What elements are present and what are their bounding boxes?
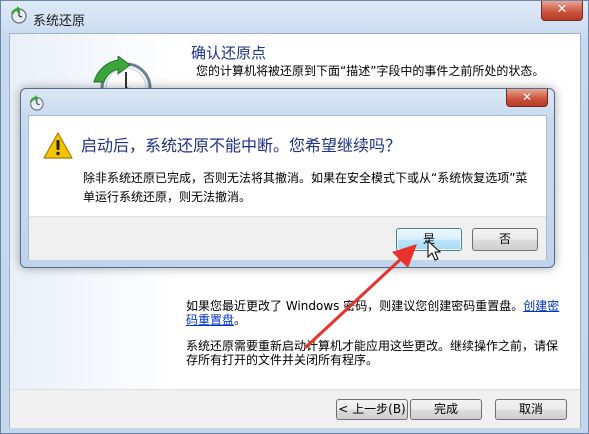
- system-restore-icon: [29, 95, 44, 111]
- system-restore-icon: [11, 6, 27, 24]
- wizard-footer: < 上一步(B) 完成 取消: [10, 389, 580, 428]
- mouse-pointer-icon: [427, 240, 441, 261]
- dialog-footer: 是 否: [29, 216, 546, 260]
- finish-button[interactable]: 完成: [410, 399, 482, 420]
- back-button[interactable]: < 上一步(B): [336, 399, 408, 420]
- window-close-button[interactable]: ✕: [541, 1, 583, 21]
- window-title: 系统还原: [33, 14, 86, 29]
- wizard-description: 您的计算机将被还原到下面“描述”字段中的事件之前所处的状态。: [196, 64, 545, 78]
- warning-icon: [43, 132, 73, 159]
- dialog-close-button[interactable]: ✕: [506, 89, 548, 107]
- password-note: 如果您最近更改了 Windows 密码，则建议您创建密码重置盘。创建密码重置盘。: [186, 299, 566, 327]
- restart-note: 系统还原需要重新启动计算机才能应用这些更改。继续操作之前，请保存所有打开的文件并…: [186, 339, 559, 367]
- wizard-heading: 确认还原点: [191, 44, 267, 62]
- no-button[interactable]: 否: [472, 228, 538, 251]
- confirm-dialog: ✕ 启动后，系统还原不能中断。您希望继续吗？ 除非系统还原已完成，否则无法将其撤…: [20, 88, 555, 268]
- password-note-suffix: 。: [234, 313, 247, 327]
- dialog-message: 除非系统还原已完成，否则无法将其撤消。如果在安全模式下或从“系统恢复选项”菜单运…: [83, 171, 528, 204]
- password-note-text: 如果您最近更改了 Windows 密码，则建议您创建密码重置盘。: [186, 299, 524, 313]
- cancel-button[interactable]: 取消: [495, 399, 567, 420]
- dialog-heading: 启动后，系统还原不能中断。您希望继续吗？: [81, 136, 402, 155]
- dialog-body: 启动后，系统还原不能中断。您希望继续吗？ 除非系统还原已完成，否则无法将其撤消。…: [28, 115, 547, 260]
